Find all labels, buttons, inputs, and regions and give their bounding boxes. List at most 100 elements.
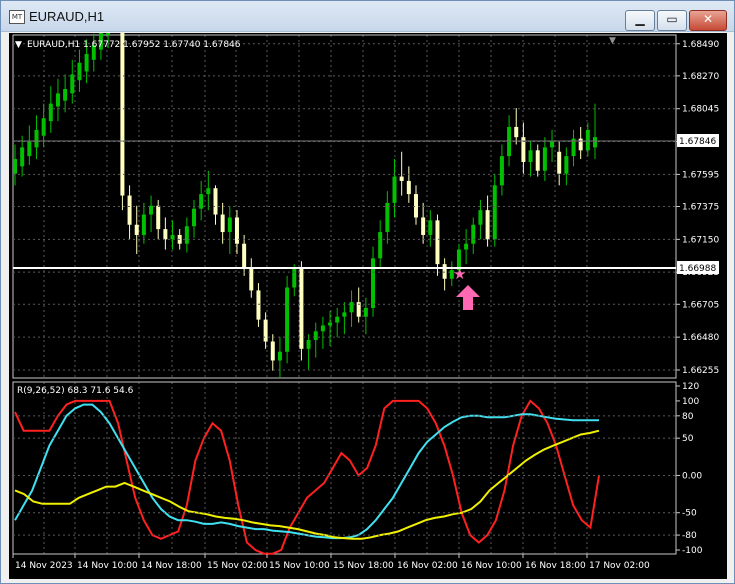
candle-body [134,224,139,235]
price-tick-label: 1.67150 [682,235,719,245]
candle-body [342,312,347,317]
candle-body [13,159,17,174]
price-tick-label: 1.68045 [682,105,719,115]
title-bar[interactable]: MT EURAUD,H1 ▁ ▭ ✕ [1,1,734,32]
candle-body [585,129,590,151]
time-tick-label: 16 Nov 10:00 [461,561,522,571]
candle-body [335,316,340,323]
indicator-tick-label: -80 [682,531,697,541]
indicator-tick-label: -50 [682,509,697,519]
time-tick-label: 15 Nov 10:00 [269,561,330,571]
candle-body [256,290,261,320]
candle-body [392,176,397,203]
maximize-button[interactable]: ▭ [657,10,687,31]
time-tick-label: 17 Nov 02:00 [589,561,650,571]
candle-body [170,234,175,240]
candle-body [70,74,75,94]
candle-body [149,205,154,215]
candle-body [55,93,60,107]
candle-body [41,118,46,136]
candle-body [20,147,25,167]
candle-body [220,214,225,233]
current-price-label: 1.67846 [679,137,716,147]
price-tick-label: 1.67375 [682,203,719,213]
price-tick-label: 1.68490 [682,40,719,50]
price-tick-label: 1.68270 [682,72,719,82]
candle-body [564,156,569,174]
signal-star-icon: ★ [453,265,466,283]
candle-body [227,217,232,233]
candle-body [34,129,39,148]
candle-body [542,147,547,171]
indicator-panel-header: R(9,26,52) 68.3 71.6 54.6 [17,386,134,396]
candle-body [406,180,411,195]
price-tick-label: 1.66705 [682,300,719,310]
candle-body [378,232,383,259]
candle-body [478,210,483,225]
candle-body [184,226,189,244]
candle-body [141,214,146,235]
candle-body [485,210,490,240]
candle-body [120,0,125,196]
candle-body [499,156,504,186]
candle-body [385,202,390,233]
candle-body [492,185,497,240]
candle-body [514,126,519,138]
candle-body [292,268,297,288]
candle-body [192,208,197,227]
candle-body [557,151,562,174]
indicator-tick-label: 0.00 [682,471,702,481]
candle-body [48,103,53,122]
time-tick-label: 16 Nov 18:00 [525,561,586,571]
close-button[interactable]: ✕ [689,10,727,31]
indicator-tick-label: 80 [682,412,694,422]
candle-body [535,150,540,171]
candle-body [127,195,132,225]
window-title: EURAUD,H1 [29,9,105,24]
candle-body [27,141,32,157]
price-tick-label: 1.67595 [682,170,719,180]
price-tick-label: 1.66255 [682,366,719,376]
candle-body [213,188,218,215]
candle-body [371,258,376,308]
candle-body [471,224,476,244]
candle-body [399,176,404,181]
candle-body [421,217,426,235]
candle-body [363,307,368,317]
indicator-tick-label: 120 [682,382,699,392]
candle-body [428,220,433,235]
chart-canvas[interactable]: 1.684901.682701.680451.678201.675951.673… [9,0,727,579]
candle-body [263,319,268,342]
indicator-tick-label: 100 [682,397,699,407]
candle-body [277,351,282,361]
candle-body [442,264,447,279]
time-tick-label: 15 Nov 02:00 [207,561,268,571]
candle-body [413,194,418,218]
time-tick-label: 14 Nov 10:00 [77,561,138,571]
minimize-button[interactable]: ▁ [625,10,655,31]
candle-body [299,268,304,349]
time-tick-label: 15 Nov 18:00 [333,561,394,571]
candle-body [242,243,247,269]
chart-window-icon: MT [9,10,25,24]
candle-body [328,322,333,326]
price-tick-label: 1.66480 [682,333,719,343]
shift-marker-icon[interactable]: ▼ [609,36,616,46]
candle-body [270,341,275,361]
candle-body [156,205,161,230]
candle-body [313,331,318,341]
indicator-tick-label: -100 [682,546,703,556]
time-tick-label: 14 Nov 18:00 [141,561,202,571]
chart-background [9,33,727,579]
chart-area[interactable]: 1.684901.682701.680451.678201.675951.673… [9,0,727,579]
candle-body [77,62,82,81]
candle-body [106,16,111,35]
candle-body [349,302,354,313]
price-panel-header: EURAUD,H1 1.67772 1.67952 1.67740 1.6784… [27,40,241,50]
candle-body [593,137,597,148]
candle-body [285,287,290,352]
candle-body [528,150,533,162]
time-tick-label: 16 Nov 02:00 [397,561,458,571]
candle-body [320,325,325,332]
price-collapse-icon[interactable]: ▼ [15,40,22,50]
